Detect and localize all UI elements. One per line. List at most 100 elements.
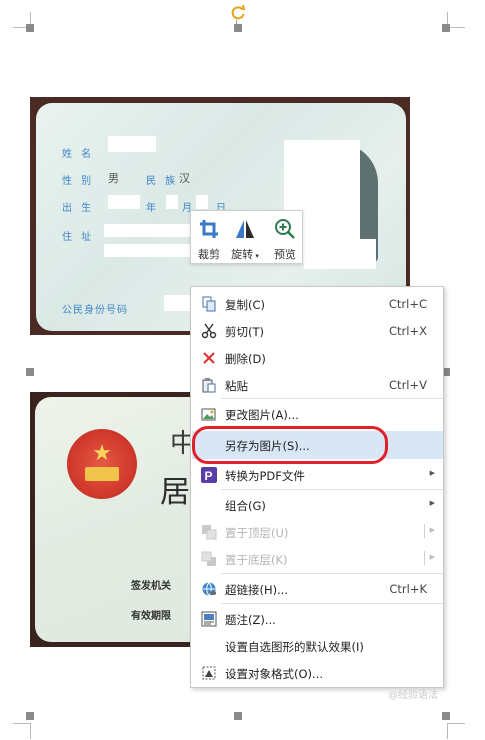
national-emblem: ★: [67, 429, 137, 499]
menu-item-set-default-shape-effect[interactable]: 设置自选图形的默认效果(I): [192, 632, 443, 659]
delete-label: 删除(D): [225, 352, 266, 366]
ethnicity-value: 汉: [179, 172, 190, 185]
redacted-name: [108, 136, 156, 152]
menu-item-cut[interactable]: 剪切(T) Ctrl+X: [192, 317, 443, 344]
format-object-label: 设置对象格式(O)...: [225, 667, 323, 681]
delete-x-icon: [203, 352, 215, 364]
resize-handle-top-left[interactable]: [26, 24, 34, 32]
menu-item-send-to-back[interactable]: 置于底层(K) ▶: [192, 545, 443, 572]
document-canvas: 姓 名 性 别 男 民 族 汉 出 生 年 月 日 住 址 公民身份号码 ★ 中…: [0, 0, 485, 740]
rotate-label: 旋转 ▾: [227, 246, 263, 262]
preview-button[interactable]: 预览: [269, 211, 301, 265]
crop-mark-bottom-right-v: [447, 723, 448, 739]
rotate-label-text: 旋转: [231, 248, 254, 261]
gender-label: 性 别: [62, 176, 95, 187]
resize-handle-bottom-right[interactable]: [442, 712, 450, 720]
menu-separator: [221, 489, 443, 490]
menu-item-convert-pdf[interactable]: P 转换为PDF文件 ▶: [192, 461, 443, 488]
menu-item-format-object[interactable]: 设置对象格式(O)...: [192, 659, 443, 686]
name-label: 姓 名: [62, 149, 95, 160]
format-object-icon: [202, 666, 216, 680]
group-label: 组合(G): [225, 499, 266, 513]
menu-item-paste[interactable]: 粘贴 Ctrl+V: [192, 371, 443, 398]
change-picture-icon: [201, 408, 216, 421]
birth-label: 出 生: [62, 203, 95, 214]
menu-separator: [221, 573, 443, 574]
caption-label: 题注(Z)...: [225, 613, 276, 627]
emblem-star-icon: ★: [92, 441, 112, 466]
svg-text:P: P: [205, 469, 213, 483]
redacted-address-line-1: [104, 224, 194, 237]
change-picture-label: 更改图片(A)...: [225, 408, 299, 422]
crop-mark-bottom-left-h: [13, 723, 31, 724]
set-default-shape-effect-label: 设置自选图形的默认效果(I): [225, 640, 364, 654]
hyperlink-label: 超链接(H)...: [225, 583, 289, 597]
submenu-arrow-icon: ▶: [429, 499, 435, 507]
crop-button[interactable]: 裁剪: [193, 211, 225, 265]
crop-icon: [200, 220, 218, 238]
redacted-day: [196, 195, 208, 209]
scissors-icon: [201, 323, 217, 339]
split-separator: [424, 524, 425, 538]
paste-clipboard-icon: [202, 378, 216, 393]
ethnicity-label: 民 族: [146, 176, 179, 187]
menu-separator: [221, 603, 443, 604]
submenu-arrow-icon: ▶: [429, 469, 435, 477]
hyperlink-shortcut: Ctrl+K: [389, 582, 427, 596]
rotate-dropdown-icon: ▾: [253, 252, 259, 260]
rotate-flip-icon: [236, 220, 254, 238]
menu-item-change-picture[interactable]: 更改图片(A)...: [192, 400, 443, 427]
copy-label: 复制(C): [225, 298, 266, 312]
gender-value: 男: [108, 172, 119, 185]
split-separator: [424, 551, 425, 565]
resize-handle-bottom-left[interactable]: [26, 712, 34, 720]
annotation-highlight-ring: [192, 426, 388, 464]
caption-icon: [201, 611, 217, 627]
redacted-month: [166, 195, 178, 209]
cut-label: 剪切(T): [225, 325, 264, 339]
submenu-arrow-icon: ▶: [429, 553, 435, 561]
picture-mini-toolbar: 裁剪 旋转 ▾ 预览: [190, 210, 303, 264]
emblem-gate: [85, 467, 119, 481]
id-number-label: 公民身份号码: [62, 305, 128, 316]
paste-label: 粘贴: [225, 379, 248, 393]
convert-pdf-label: 转换为PDF文件: [225, 469, 305, 483]
bring-to-front-icon: [202, 525, 217, 540]
send-to-back-label: 置于底层(K): [225, 553, 288, 567]
rotate-handle-stem: [236, 20, 237, 26]
menu-item-delete[interactable]: 删除(D): [192, 344, 443, 371]
watermark: @经验语法: [388, 690, 438, 701]
resize-handle-bottom-center[interactable]: [234, 712, 242, 720]
submenu-arrow-icon: ▶: [429, 526, 435, 534]
rotate-handle-icon[interactable]: [229, 4, 247, 22]
resize-handle-middle-left[interactable]: [26, 368, 34, 376]
address-label: 住 址: [62, 232, 95, 243]
redacted-address-line-2: [104, 244, 194, 257]
context-menu: 复制(C) Ctrl+C 剪切(T) Ctrl+X 删除(D) 粘贴 Ctrl+…: [190, 286, 444, 688]
send-to-back-icon: [201, 551, 216, 566]
redacted-year: [108, 195, 140, 209]
redacted-photo-lower: [304, 239, 376, 269]
menu-separator: [221, 398, 443, 399]
preview-label: 预览: [274, 248, 296, 261]
resize-handle-top-right[interactable]: [442, 24, 450, 32]
card-back-title-char-2: 居: [160, 475, 190, 510]
menu-item-group[interactable]: 组合(G) ▶: [192, 491, 443, 518]
validity-label: 有效期限: [131, 611, 171, 622]
menu-item-hyperlink[interactable]: 超链接(H)... Ctrl+K: [192, 575, 443, 602]
copy-shortcut: Ctrl+C: [388, 297, 427, 311]
issuer-label: 签发机关: [131, 581, 171, 592]
bring-to-front-label: 置于顶层(U): [225, 526, 289, 540]
hyperlink-globe-icon: [202, 582, 216, 596]
paste-shortcut: Ctrl+V: [389, 378, 427, 392]
rotate-button[interactable]: 旋转 ▾: [227, 211, 263, 265]
copy-icon: [202, 296, 216, 312]
zoom-in-icon: [275, 219, 295, 239]
crop-mark-bottom-right-h: [447, 723, 465, 724]
cut-shortcut: Ctrl+X: [389, 324, 427, 338]
crop-mark-bottom-left-v: [30, 723, 31, 739]
crop-label: 裁剪: [198, 248, 220, 261]
menu-item-caption[interactable]: 题注(Z)...: [192, 605, 443, 632]
menu-item-bring-to-front[interactable]: 置于顶层(U) ▶: [192, 518, 443, 545]
menu-item-copy[interactable]: 复制(C) Ctrl+C: [192, 290, 443, 317]
